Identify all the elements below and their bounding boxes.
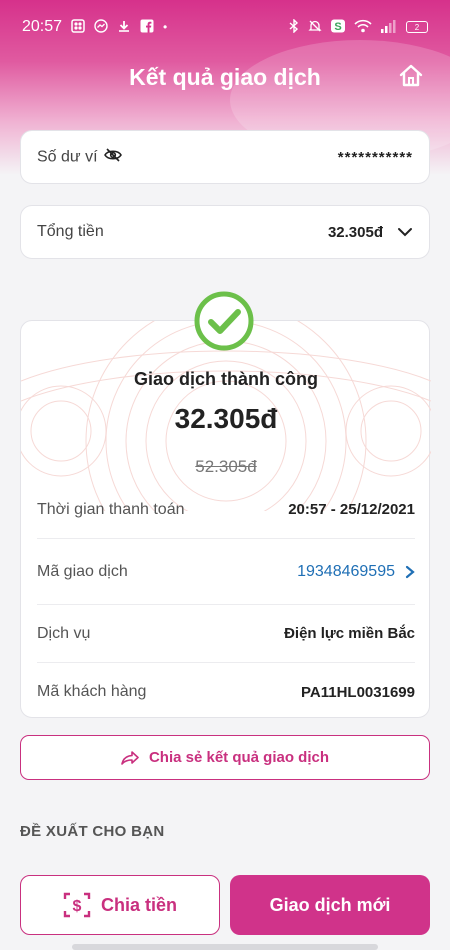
detail-value: Điện lực miền Bắc [284,625,415,642]
bluetooth-icon [288,18,300,35]
svg-text:S: S [334,21,341,33]
wallet-balance-value: *********** [337,148,413,166]
home-icon[interactable] [398,63,424,89]
messenger-icon [94,19,108,35]
detail-label: Mã khách hàng [37,683,147,700]
detail-label: Thời gian thanh toán [37,500,185,518]
transaction-id-link[interactable]: 19348469595 [297,563,415,581]
chevron-down-icon[interactable] [397,227,413,237]
svg-text:$: $ [73,898,82,915]
total-amount-card[interactable]: Tổng tiền 32.305đ [20,205,430,259]
split-money-label: Chia tiền [100,894,177,915]
share-result-button[interactable]: Chia sẻ kết quả giao dịch [20,735,430,780]
download-icon [117,19,131,35]
detail-label: Dịch vụ [37,624,91,642]
wallet-balance-card: Số dư ví *********** [20,130,430,184]
wallet-label: Số dư ví [37,147,122,167]
suggest-section-title: ĐỀ XUẤT CHO BẠN [20,823,165,840]
page-header: Kết quả giao dịch [0,55,450,99]
detail-label: Mã giao dịch [37,562,128,580]
eye-off-icon[interactable] [103,147,122,167]
vpn-icon: S [330,19,346,35]
split-money-button[interactable]: $ Chia tiền [20,875,220,935]
result-amount: 32.305đ [174,403,278,434]
signal-icon [380,19,398,35]
detail-value: 20:57 - 25/12/2021 [288,501,415,518]
home-indicator [72,944,378,950]
split-money-icon: $ [63,891,91,919]
original-amount: 52.305đ [195,457,257,476]
detail-row-payment-time: Thời gian thanh toán 20:57 - 25/12/2021 [37,481,415,539]
alarm-icon [308,19,322,35]
momo-icon [71,19,85,35]
result-title: Giao dịch thành công [134,369,318,389]
share-label: Chia sẻ kết quả giao dịch [148,749,330,766]
page-title: Kết quả giao dịch [129,63,321,90]
total-label: Tổng tiền [37,223,104,240]
detail-row-customer-id: Mã khách hàng PA11HL0031699 [37,663,415,721]
share-icon [121,750,139,765]
detail-value: PA11HL0031699 [301,683,415,701]
transaction-result-card: Giao dịch thành công 32.305đ 52.305đ Thờ… [20,320,431,721]
new-transaction-button[interactable]: Giao dịch mới [230,875,430,935]
battery-indicator: 2 [406,21,428,33]
detail-row-service: Dịch vụ Điện lực miền Bắc [37,605,415,663]
check-circle-icon [194,291,254,351]
facebook-icon [140,19,154,35]
status-time: 20:57 [22,18,63,35]
detail-row-transaction-id[interactable]: Mã giao dịch 19348469595 [37,539,415,605]
dot-icon: • [163,20,168,34]
new-transaction-label: Giao dịch mới [269,894,391,915]
status-bar: 20:57 • S 2 [0,0,450,54]
chevron-right-icon [405,565,415,579]
wifi-icon [354,19,372,35]
total-value: 32.305đ [327,223,383,241]
